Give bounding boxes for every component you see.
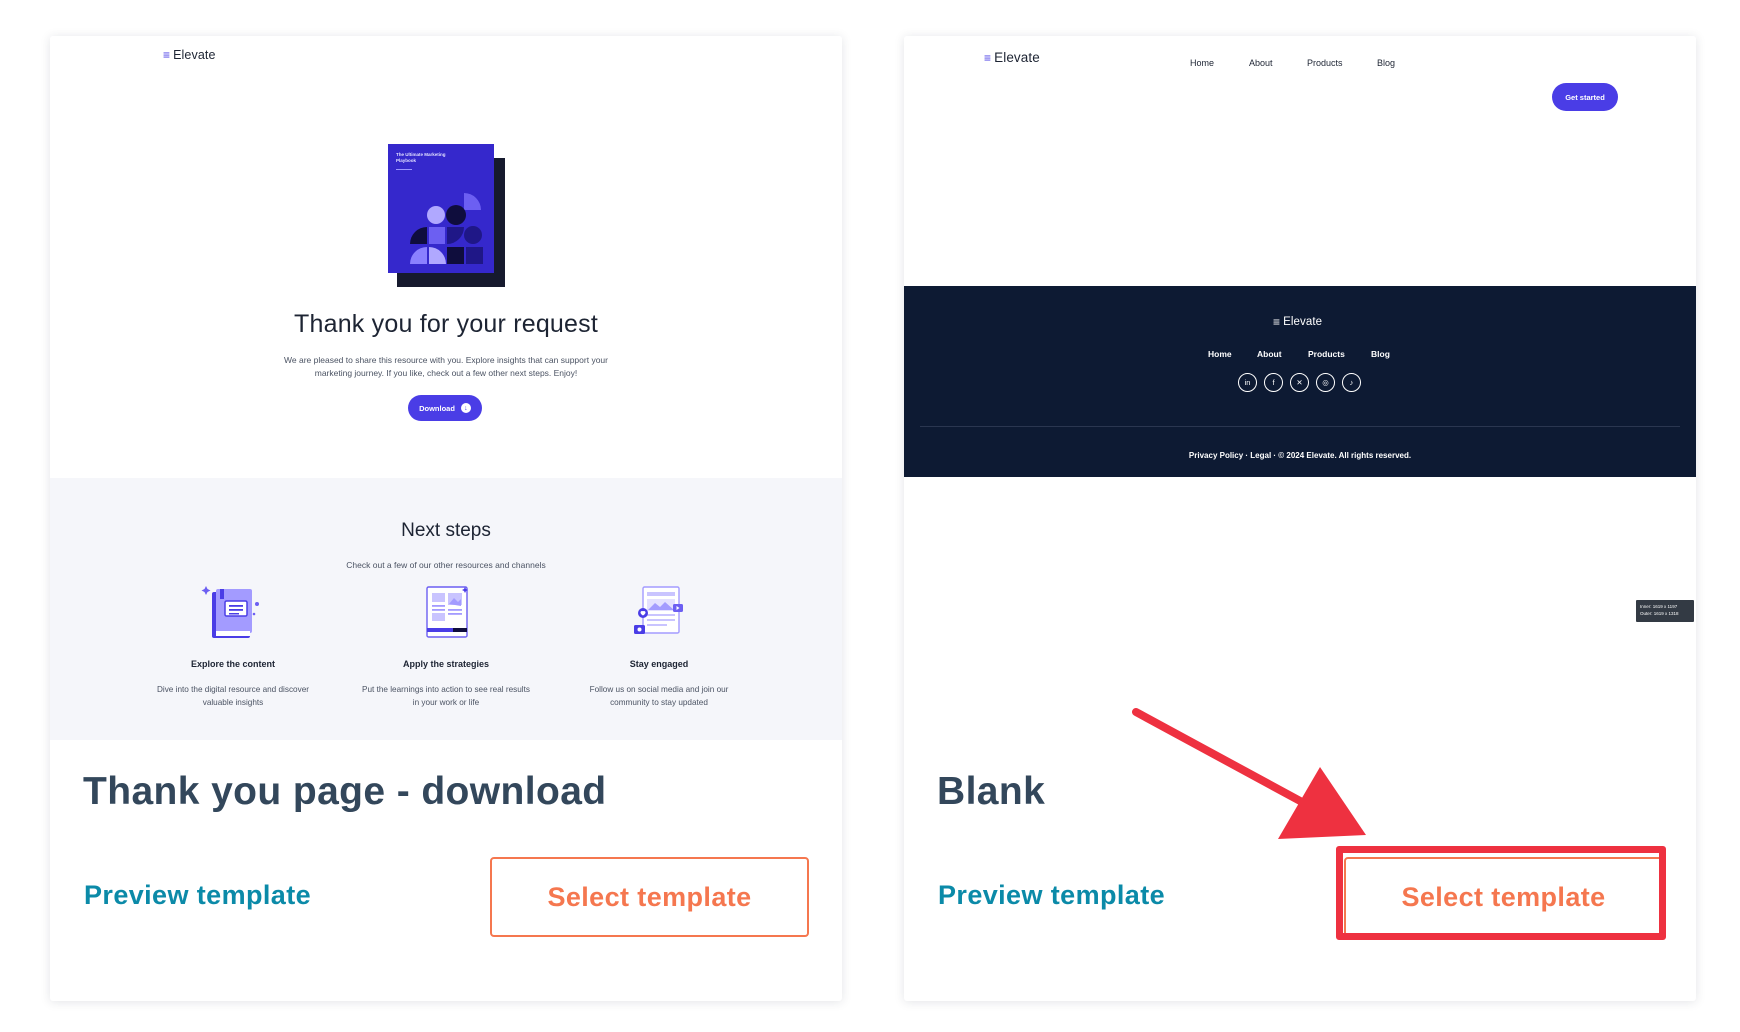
select-template-button[interactable]: Select template — [1344, 857, 1663, 937]
step-title: Stay engaged — [629, 659, 689, 669]
facebook-icon: f — [1264, 373, 1283, 392]
next-step-item: Stay engaged Follow us on social media a… — [569, 582, 749, 709]
social-feed-icon — [634, 586, 683, 634]
footer-copyright: Privacy Policy · Legal · © 2024 Elevate.… — [1188, 451, 1412, 460]
dimensions-badge: Inner: 1619 x 1197 Outer: 1619 x 1318 — [1636, 600, 1694, 622]
preview-logo: ≡ Elevate — [163, 48, 216, 62]
elevate-logo-icon: ≡ — [163, 48, 171, 62]
next-steps-subtitle: Check out a few of our other resources a… — [346, 560, 546, 570]
tiktok-icon: ♪ — [1342, 373, 1361, 392]
template-card-blank: ≡ Elevate Home About Products Blog Get s… — [904, 36, 1696, 1001]
footer-social-icons: in f ✕ ◎ ♪ — [1238, 373, 1361, 392]
footer-nav-home: Home — [1208, 349, 1232, 359]
ebook-pattern-graphic — [410, 193, 483, 264]
book-illustration-icon — [201, 586, 259, 638]
next-step-item: Apply the strategies Put the learnings i… — [356, 582, 536, 709]
preview-nav-blog: Blog — [1377, 58, 1396, 68]
preview-get-started-button: Get started — [1552, 83, 1618, 111]
elevate-logo-icon: ≡ — [1273, 315, 1281, 329]
preview-body-text: We are pleased to share this resource wi… — [284, 355, 608, 378]
footer-nav-products: Products — [1308, 349, 1345, 359]
linkedin-icon: in — [1238, 373, 1257, 392]
step-description: Put the learnings into action to see rea… — [362, 685, 530, 707]
preview-nav-home: Home — [1190, 58, 1215, 68]
download-icon: ↓ — [460, 403, 471, 413]
preview-template-link[interactable]: Preview template — [938, 880, 1165, 911]
instagram-icon: ◎ — [1316, 373, 1335, 392]
elevate-logo-icon: ≡ — [984, 50, 992, 65]
template-preview-thumbnail[interactable]: ≡ Elevate Home About Products Blog Get s… — [904, 36, 1696, 740]
preview-nav-products: Products — [1307, 58, 1343, 68]
footer-nav-about: About — [1257, 349, 1282, 359]
template-name: Blank — [937, 770, 1046, 813]
preview-logo: ≡ Elevate — [984, 50, 1040, 65]
template-preview-thumbnail[interactable]: ≡ Elevate The Ultimate Marketing Playboo… — [50, 36, 842, 740]
select-template-button[interactable]: Select template — [490, 857, 809, 937]
next-step-item: Explore the content Dive into the digita… — [143, 582, 323, 709]
next-steps-title: Next steps — [401, 520, 491, 541]
x-icon: ✕ — [1290, 373, 1309, 392]
ebook-cover-image: The Ultimate Marketing Playbook — [388, 144, 508, 290]
footer-logo: ≡ Elevate — [1273, 315, 1323, 329]
preview-footer: ≡ Elevate Home About Products Blog in f … — [904, 286, 1696, 477]
step-title: Apply the strategies — [402, 659, 490, 669]
next-steps-section: Next steps Check out a few of our other … — [50, 478, 842, 740]
strategy-document-icon — [426, 586, 468, 638]
template-card-thank-you: ≡ Elevate The Ultimate Marketing Playboo… — [50, 36, 842, 1001]
footer-nav-blog: Blog — [1371, 349, 1390, 359]
step-title: Explore the content — [190, 659, 275, 669]
template-name: Thank you page - download — [83, 770, 607, 813]
step-description: Dive into the digital resource and disco… — [156, 685, 309, 707]
preview-nav-about: About — [1249, 58, 1273, 68]
preview-download-button: Download ↓ — [408, 395, 482, 421]
preview-heading: Thank you for your request — [294, 310, 598, 338]
preview-template-link[interactable]: Preview template — [84, 880, 311, 911]
step-description: Follow us on social media and join our c… — [589, 685, 729, 707]
